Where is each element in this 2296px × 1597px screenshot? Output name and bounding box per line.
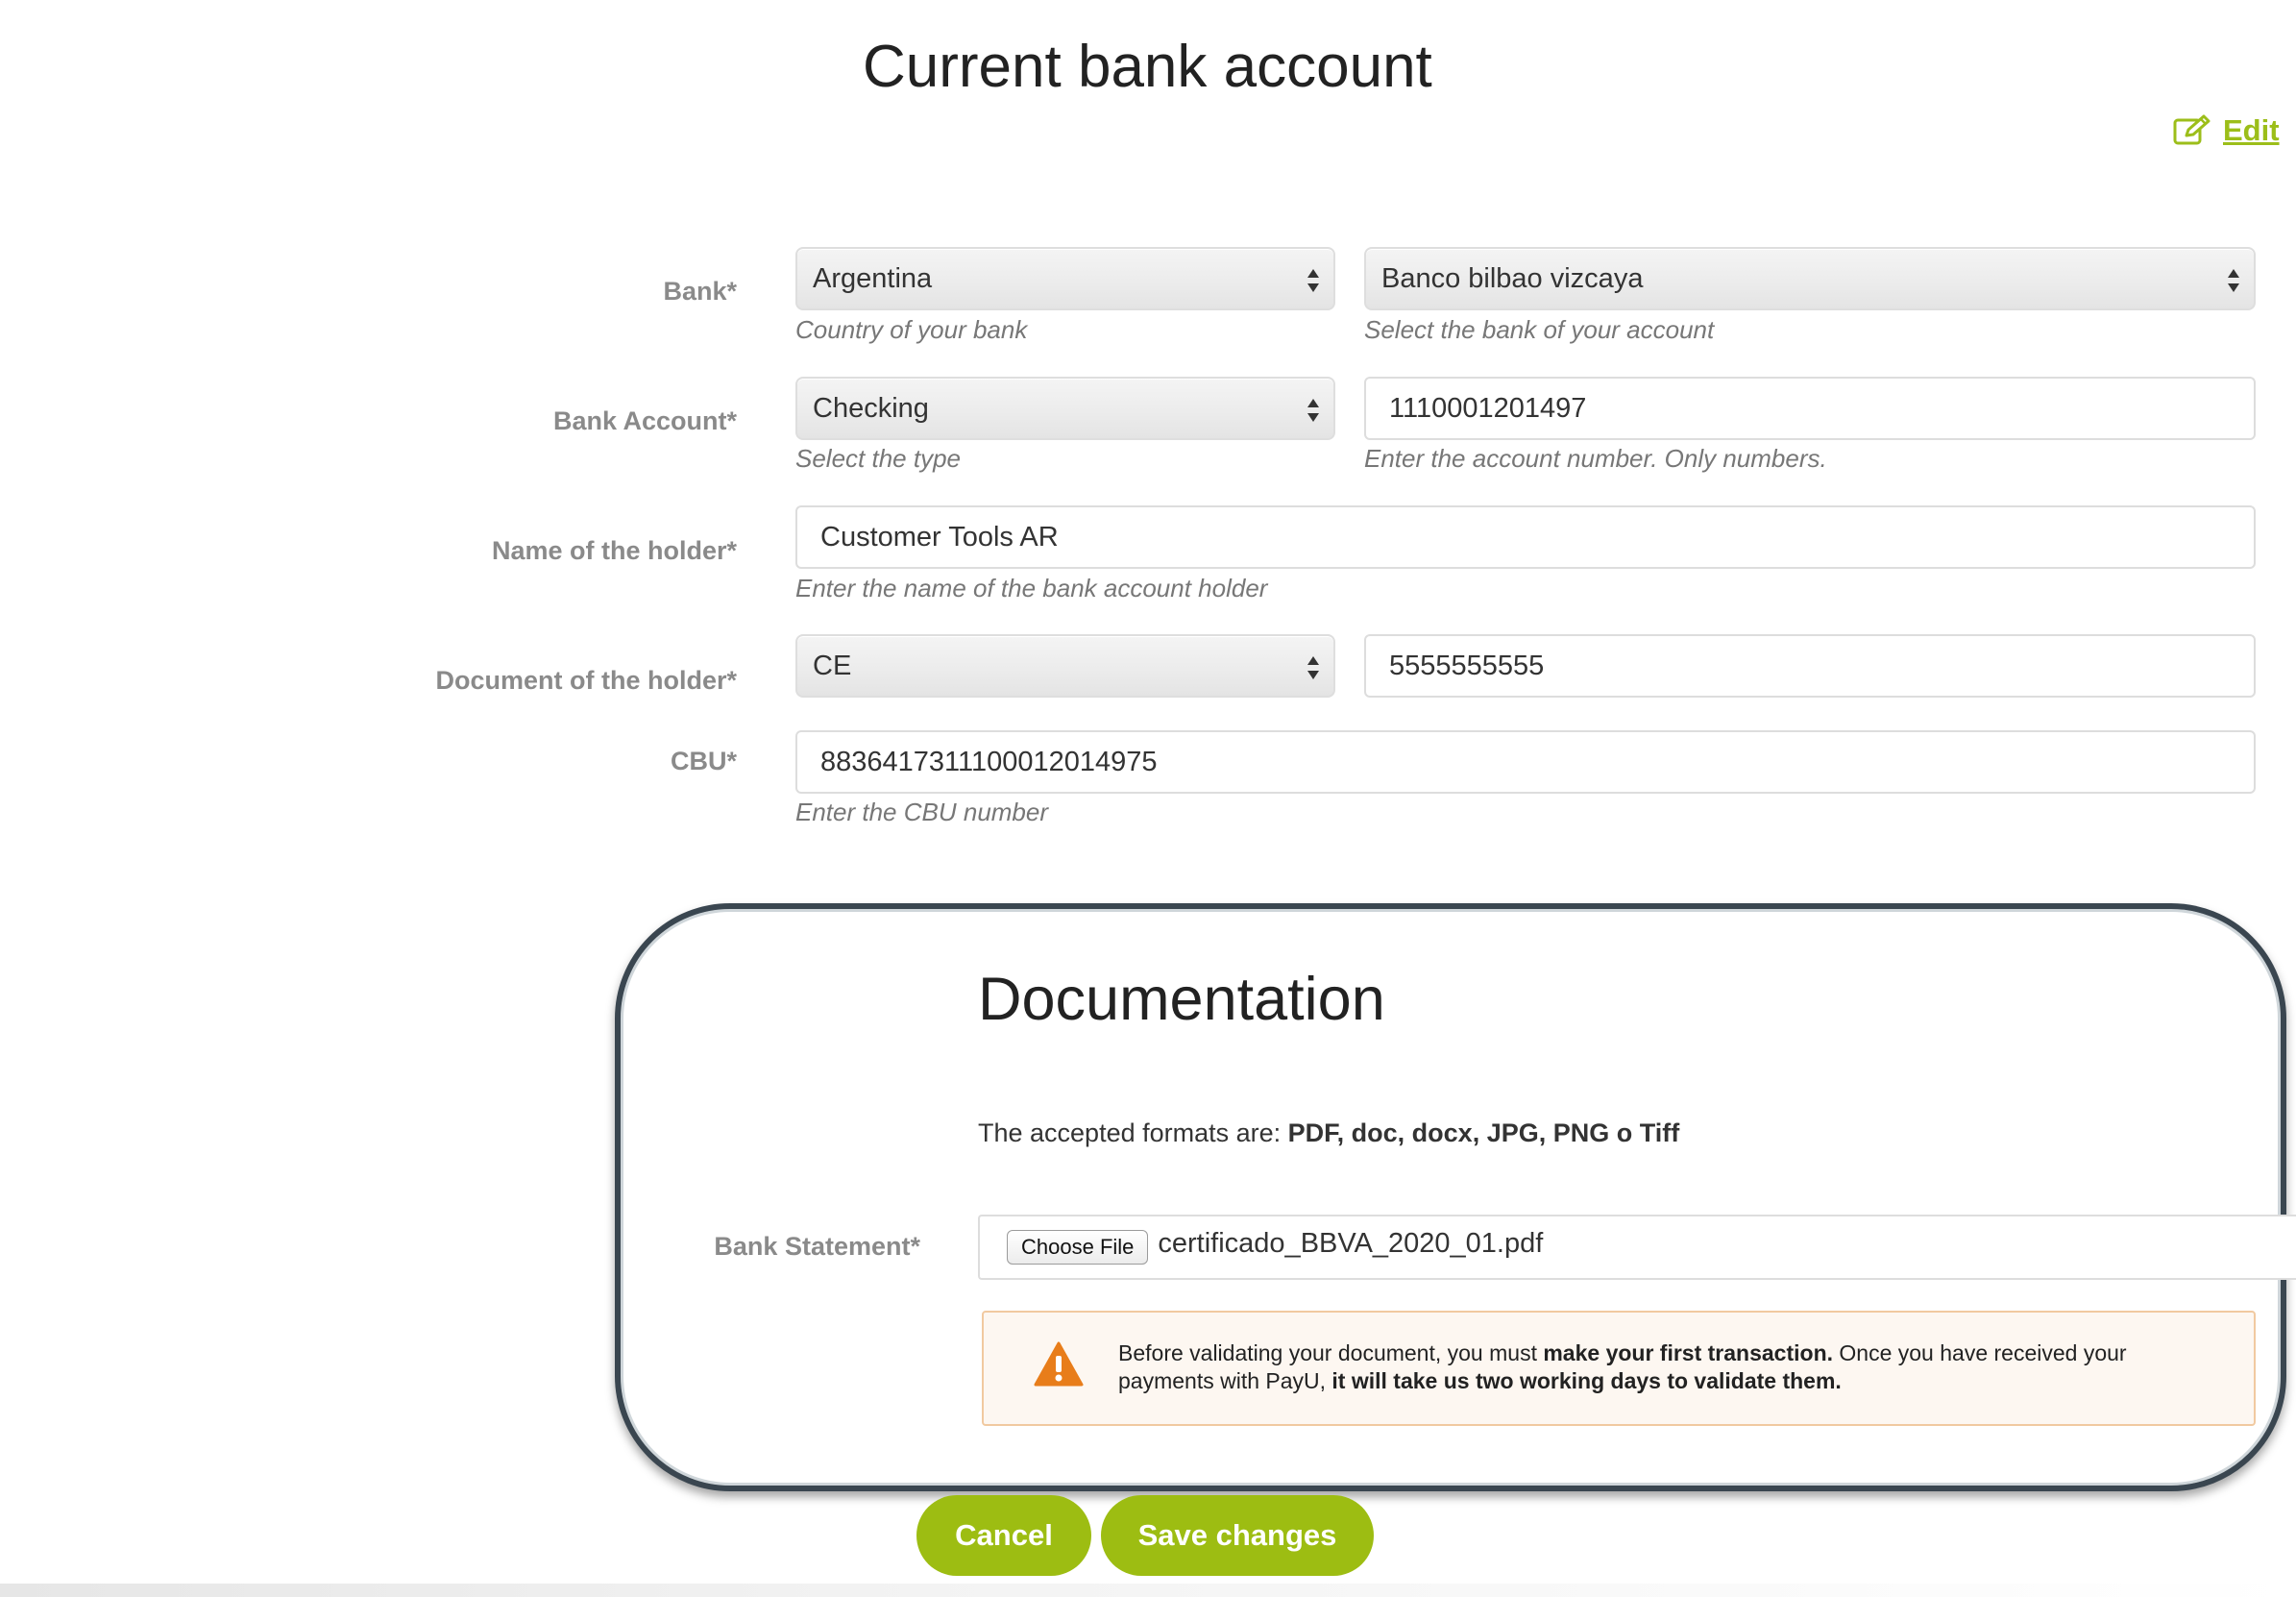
- document-number-input[interactable]: 5555555555: [1364, 634, 2256, 698]
- bottom-edge: [0, 1584, 2296, 1597]
- account-number-value: 1110001201497: [1389, 392, 1587, 424]
- bank-name-hint: Select the bank of your account: [1364, 315, 1715, 344]
- holder-name-input[interactable]: Customer Tools AR: [795, 505, 2256, 569]
- bank-statement-label: Bank Statement*: [714, 1232, 920, 1261]
- choose-file-button[interactable]: Choose File: [1007, 1230, 1149, 1265]
- bank-label: Bank*: [663, 277, 737, 306]
- page: Current bank account Edit Bank* Argentin…: [0, 0, 2296, 1597]
- holder-name-hint: Enter the name of the bank account holde…: [795, 574, 1268, 602]
- formats-prefix: The accepted formats are:: [978, 1118, 1288, 1147]
- select-arrows-icon: [1307, 269, 1319, 292]
- edit-pencil-icon: [2173, 114, 2211, 147]
- holder-name-value: Customer Tools AR: [820, 521, 1059, 553]
- cbu-hint: Enter the CBU number: [795, 798, 1049, 826]
- warning-triangle-icon: [1034, 1341, 1084, 1392]
- document-type-value: CE: [813, 650, 852, 681]
- account-number-input[interactable]: 1110001201497: [1364, 377, 2256, 440]
- account-type-value: Checking: [813, 392, 929, 424]
- document-number-value: 5555555555: [1389, 650, 1545, 681]
- bank-statement-file-input[interactable]: Choose File certificado_BBVA_2020_01.pdf: [978, 1215, 2296, 1280]
- bank-account-label: Bank Account*: [552, 406, 737, 435]
- account-type-select[interactable]: Checking: [795, 377, 1335, 440]
- save-changes-button[interactable]: Save changes: [1101, 1495, 1374, 1576]
- cbu-input[interactable]: 883641731110001201497​5: [795, 730, 2256, 794]
- cancel-button[interactable]: Cancel: [916, 1495, 1091, 1576]
- cbu-label: CBU*: [670, 747, 737, 775]
- accepted-formats-text: The accepted formats are: PDF, doc, docx…: [978, 1118, 1679, 1148]
- validation-warning: Before validating your document, you mus…: [982, 1311, 2256, 1426]
- bank-name-value: Banco bilbao vizcaya: [1381, 262, 1644, 294]
- edit-label: Edit: [2223, 113, 2280, 147]
- bank-country-value: Argentina: [813, 262, 933, 294]
- cbu-value: 883641731110001201497​5: [820, 746, 1158, 777]
- warning-text-bold: it will take us two working days to vali…: [1331, 1368, 1842, 1393]
- holder-document-label: Document of the holder*: [435, 666, 737, 695]
- account-number-hint: Enter the account number. Only numbers.: [1364, 444, 1827, 473]
- documentation-title: Documentation: [978, 966, 1385, 1033]
- warning-text-part: Before validating your document, you mus…: [1118, 1340, 1544, 1365]
- edit-link[interactable]: Edit: [2173, 113, 2280, 148]
- account-type-hint: Select the type: [795, 444, 961, 473]
- select-arrows-icon: [2228, 269, 2239, 292]
- select-arrows-icon: [1307, 656, 1319, 679]
- bank-name-select[interactable]: Banco bilbao vizcaya: [1364, 247, 2256, 310]
- document-type-select[interactable]: CE: [795, 634, 1335, 698]
- formats-list: PDF, doc, docx, JPG, PNG o Tiff: [1287, 1118, 1680, 1147]
- warning-text-bold: make your first transaction.: [1543, 1340, 1834, 1365]
- holder-name-label: Name of the holder*: [491, 536, 737, 565]
- select-arrows-icon: [1307, 399, 1319, 422]
- selected-file-name: certificado_BBVA_2020_01.pdf: [1158, 1227, 1544, 1259]
- bank-country-select[interactable]: Argentina: [795, 247, 1335, 310]
- warning-text: Before validating your document, you mus…: [1118, 1339, 2223, 1395]
- bank-country-hint: Country of your bank: [795, 315, 1028, 344]
- page-title: Current bank account: [863, 34, 1432, 100]
